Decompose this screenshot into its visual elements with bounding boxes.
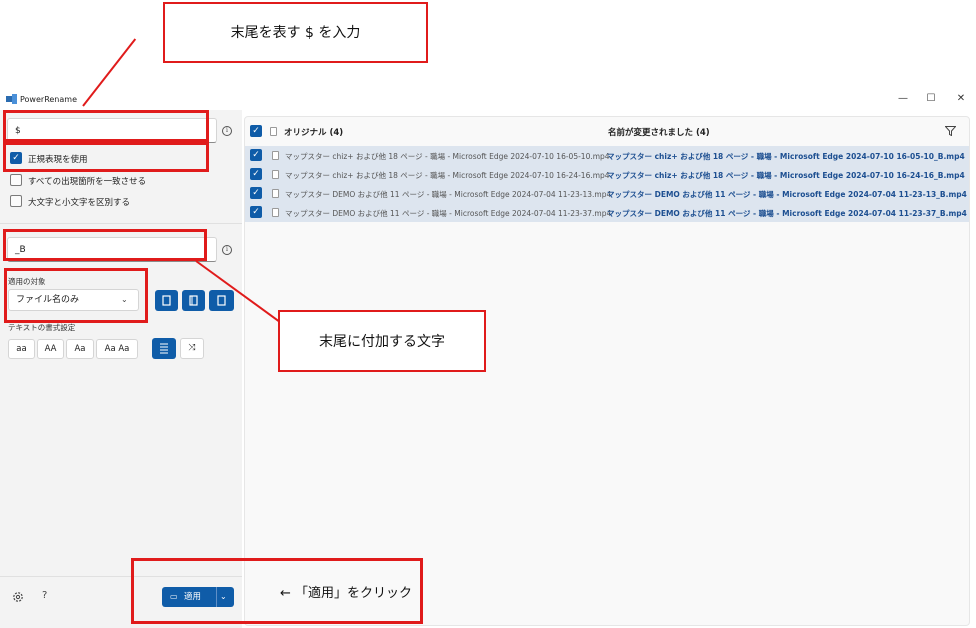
- uppercase-button[interactable]: AA: [37, 339, 64, 359]
- original-header: オリジナル (4): [284, 128, 344, 138]
- text-format-label: テキストの書式設定: [8, 323, 76, 332]
- info-icon[interactable]: i: [222, 245, 232, 255]
- original-filename: マップスター DEMO および他 11 ページ - 職場 - Microsoft…: [285, 190, 612, 199]
- folder-icon: [189, 295, 198, 306]
- lowercase-button[interactable]: aa: [8, 339, 35, 359]
- search-highlight: [3, 110, 209, 142]
- renamed-filename: マップスター chiz+ および他 18 ページ - 職場 - Microsof…: [607, 152, 965, 161]
- annotation-callout: 末尾を表す $ を入力: [163, 2, 428, 63]
- gear-icon[interactable]: [12, 591, 24, 603]
- maximize-button[interactable]: ☐: [924, 92, 938, 106]
- titlecase-button[interactable]: Aa Aa: [96, 339, 138, 359]
- shuffle-icon: ⤨: [188, 343, 196, 353]
- file-icon: [272, 189, 279, 198]
- options-pane: [0, 110, 242, 628]
- include-files-button[interactable]: [155, 290, 178, 311]
- match-all-checkbox[interactable]: [10, 174, 22, 186]
- divider: [0, 223, 242, 224]
- minimize-button[interactable]: —: [896, 92, 910, 106]
- info-icon[interactable]: i: [222, 126, 232, 136]
- file-icon: [270, 127, 277, 136]
- list-numbered-icon: [160, 343, 168, 354]
- row-checkbox[interactable]: ✓: [250, 187, 262, 199]
- renamed-filename: マップスター chiz+ および他 18 ページ - 職場 - Microsof…: [607, 171, 965, 180]
- original-filename: マップスター DEMO および他 11 ページ - 職場 - Microsoft…: [285, 209, 612, 218]
- powerrename-icon: [6, 94, 17, 104]
- original-filename: マップスター chiz+ および他 18 ページ - 職場 - Microsof…: [285, 171, 610, 180]
- file-icon: [272, 170, 279, 179]
- annotation-callout: 末尾に付加する文字: [278, 310, 486, 372]
- include-subfolders-button[interactable]: [209, 290, 234, 311]
- subfolder-icon: [217, 295, 226, 306]
- case-sensitive-checkbox[interactable]: [10, 195, 22, 207]
- capitalize-button[interactable]: Aa: [66, 339, 94, 359]
- help-icon[interactable]: ?: [42, 590, 47, 601]
- match-all-label: すべての出現箇所を一致させる: [28, 177, 147, 187]
- row-checkbox[interactable]: ✓: [250, 168, 262, 180]
- replace-highlight: [3, 229, 207, 261]
- renamed-header: 名前が変更されました (4): [608, 128, 710, 138]
- enumerate-button[interactable]: [152, 338, 176, 359]
- randomize-button[interactable]: ⤨: [180, 338, 204, 359]
- row-checkbox[interactable]: ✓: [250, 149, 262, 161]
- apply-to-highlight: [4, 268, 148, 323]
- title-bar: [0, 88, 976, 110]
- annotation-text: ← 「適用」をクリック: [280, 586, 413, 601]
- include-folders-button[interactable]: [182, 290, 205, 311]
- filter-icon[interactable]: [945, 126, 956, 136]
- renamed-filename: マップスター DEMO および他 11 ページ - 職場 - Microsoft…: [607, 190, 967, 199]
- select-all-checkbox[interactable]: ✓: [250, 125, 262, 137]
- renamed-filename: マップスター DEMO および他 11 ページ - 職場 - Microsoft…: [607, 209, 967, 218]
- close-button[interactable]: ✕: [954, 92, 968, 106]
- original-filename: マップスター chiz+ および他 18 ページ - 職場 - Microsof…: [285, 152, 610, 161]
- file-icon: [162, 295, 171, 306]
- case-sensitive-label: 大文字と小文字を区別する: [28, 198, 131, 208]
- regex-highlight: [3, 142, 209, 172]
- file-icon: [272, 151, 279, 160]
- file-icon: [272, 208, 279, 217]
- row-checkbox[interactable]: ✓: [250, 206, 262, 218]
- window-title: PowerRename: [20, 95, 77, 104]
